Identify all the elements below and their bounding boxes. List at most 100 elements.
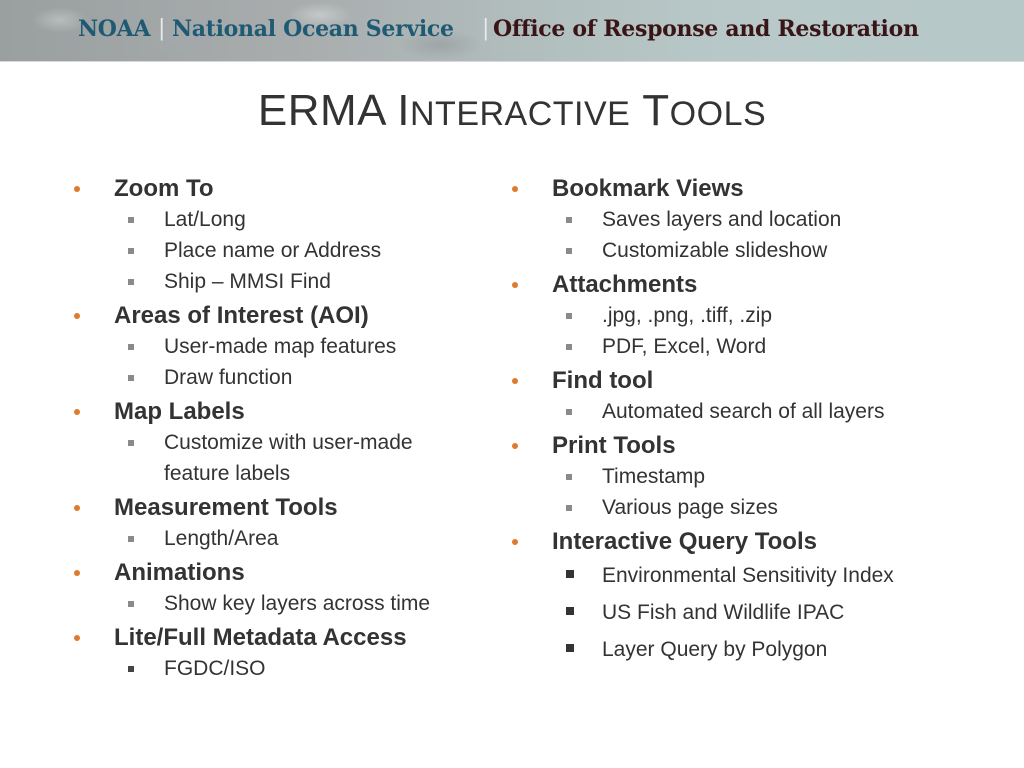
sub-bullet-label: Layer Query by Polygon: [602, 638, 828, 661]
right-column: Bookmark Views Saves layers and location C…: [512, 170, 972, 668]
bullet-item: Measurement Tools: [74, 492, 494, 523]
bullet-dot-icon: [74, 505, 80, 511]
sub-bullet-label: Customizable slideshow: [602, 239, 828, 262]
sub-bullet-label: PDF, Excel, Word: [602, 335, 767, 358]
square-bullet-icon: [128, 344, 134, 350]
sub-bullet-item: Draw function: [74, 362, 494, 393]
sub-bullet-label: Show key layers across time: [164, 592, 431, 615]
bullet-label: Bookmark Views: [552, 175, 744, 202]
banner-office: Office of Response and Restoration: [493, 16, 919, 42]
bullet-dot-icon: [512, 282, 518, 288]
sub-bullet-label: Lat/Long: [164, 208, 246, 231]
bullet-label: Print Tools: [552, 432, 676, 459]
square-bullet-icon: [566, 644, 574, 652]
bullet-dot-icon: [512, 186, 518, 192]
bullet-label: Attachments: [552, 271, 698, 298]
sub-bullet-item: feature labels: [74, 458, 494, 489]
square-bullet-icon: [128, 279, 134, 285]
bullet-item: Map Labels: [74, 396, 494, 427]
square-bullet-icon: [128, 601, 134, 607]
banner-separator: |: [482, 16, 490, 41]
bullet-dot-icon: [74, 570, 80, 576]
title-part: ERMA I: [257, 86, 410, 135]
sub-bullet-item: Length/Area: [74, 523, 494, 554]
sub-bullet-item: PDF, Excel, Word: [512, 331, 972, 362]
square-bullet-icon: [566, 217, 572, 223]
bullet-dot-icon: [512, 443, 518, 449]
sub-bullet-label: Ship – MMSI Find: [164, 270, 331, 293]
sub-bullet-item: US Fish and Wildlife IPAC: [512, 594, 972, 631]
bullet-item: Find tool: [512, 365, 972, 396]
bullet-item: Lite/Full Metadata Access: [74, 622, 494, 653]
sub-bullet-label: Various page sizes: [602, 496, 778, 519]
sub-bullet-label: Automated search of all layers: [602, 400, 885, 423]
banner-separator: |: [158, 16, 166, 41]
bullet-label: Animations: [114, 559, 245, 586]
sub-bullet-item: FGDC/ISO: [74, 653, 494, 684]
bullet-item: Zoom To: [74, 173, 494, 204]
sub-bullet-item: User-made map features: [74, 331, 494, 362]
bullet-label: Lite/Full Metadata Access: [114, 624, 407, 651]
bullet-dot-icon: [512, 539, 518, 545]
sub-bullet-label: US Fish and Wildlife IPAC: [602, 601, 845, 624]
square-bullet-icon: [566, 409, 572, 415]
bullet-label: Zoom To: [114, 175, 214, 202]
left-column: Zoom To Lat/Long Place name or Address Ship…: [74, 170, 494, 684]
bullet-label: Measurement Tools: [114, 494, 338, 521]
sub-bullet-label: Draw function: [164, 366, 293, 389]
bullet-label: Find tool: [552, 367, 654, 394]
sub-bullet-label: Place name or Address: [164, 239, 382, 262]
square-bullet-icon: [128, 375, 134, 381]
bullet-item: Attachments: [512, 269, 972, 300]
bullet-item: Interactive Query Tools: [512, 526, 972, 557]
square-bullet-icon: [566, 570, 574, 578]
sub-bullet-label: Saves layers and location: [602, 208, 842, 231]
header-banner: NOAA | National Ocean Service | Office o…: [0, 0, 1024, 62]
slide-title: ERMA INTERACTIVE TOOLS: [0, 86, 1024, 136]
bullet-item: Bookmark Views: [512, 173, 972, 204]
bullet-label: Map Labels: [114, 398, 245, 425]
title-part: NTERACTIVE: [410, 95, 631, 133]
sub-bullet-item: Automated search of all layers: [512, 396, 972, 427]
square-bullet-icon: [128, 666, 134, 672]
bullet-item: Areas of Interest (AOI): [74, 300, 494, 331]
sub-bullet-label: Environmental Sensitivity Index: [602, 564, 894, 587]
square-bullet-icon: [566, 248, 572, 254]
bullet-dot-icon: [74, 313, 80, 319]
sub-bullet-item: Lat/Long: [74, 204, 494, 235]
banner-service: National Ocean Service: [172, 16, 454, 42]
square-bullet-icon: [566, 313, 572, 319]
title-part: OOLS: [669, 95, 767, 133]
sub-bullet-item: Customize with user-made: [74, 427, 494, 458]
sub-bullet-label: FGDC/ISO: [164, 657, 266, 680]
sub-bullet-item: .jpg, .png, .tiff, .zip: [512, 300, 972, 331]
sub-bullet-label: User-made map features: [164, 335, 397, 358]
square-bullet-icon: [566, 607, 574, 615]
bullet-dot-icon: [512, 378, 518, 384]
sub-bullet-item: Show key layers across time: [74, 588, 494, 619]
sub-bullet-item: Environmental Sensitivity Index: [512, 557, 972, 594]
square-bullet-icon: [566, 505, 572, 511]
sub-bullet-label: .jpg, .png, .tiff, .zip: [602, 304, 773, 327]
bullet-dot-icon: [74, 409, 80, 415]
sub-bullet-item: Customizable slideshow: [512, 235, 972, 266]
square-bullet-icon: [128, 536, 134, 542]
bullet-dot-icon: [74, 186, 80, 192]
sub-bullet-item: Layer Query by Polygon: [512, 631, 972, 668]
sub-bullet-item: Saves layers and location: [512, 204, 972, 235]
sub-bullet-item: Various page sizes: [512, 492, 972, 523]
bullet-label: Interactive Query Tools: [552, 528, 817, 555]
square-bullet-icon: [566, 344, 572, 350]
square-bullet-icon: [566, 474, 572, 480]
bullet-dot-icon: [74, 635, 80, 641]
sub-bullet-item: Ship – MMSI Find: [74, 266, 494, 297]
sub-bullet-label: feature labels: [164, 462, 291, 485]
bullet-item: Animations: [74, 557, 494, 588]
title-part: T: [630, 86, 670, 135]
sub-bullet-label: Length/Area: [164, 527, 279, 550]
bullet-item: Print Tools: [512, 430, 972, 461]
sub-bullet-label: Timestamp: [602, 465, 706, 488]
banner-noaa: NOAA: [78, 16, 151, 42]
square-bullet-icon: [128, 217, 134, 223]
sub-bullet-item: Place name or Address: [74, 235, 494, 266]
